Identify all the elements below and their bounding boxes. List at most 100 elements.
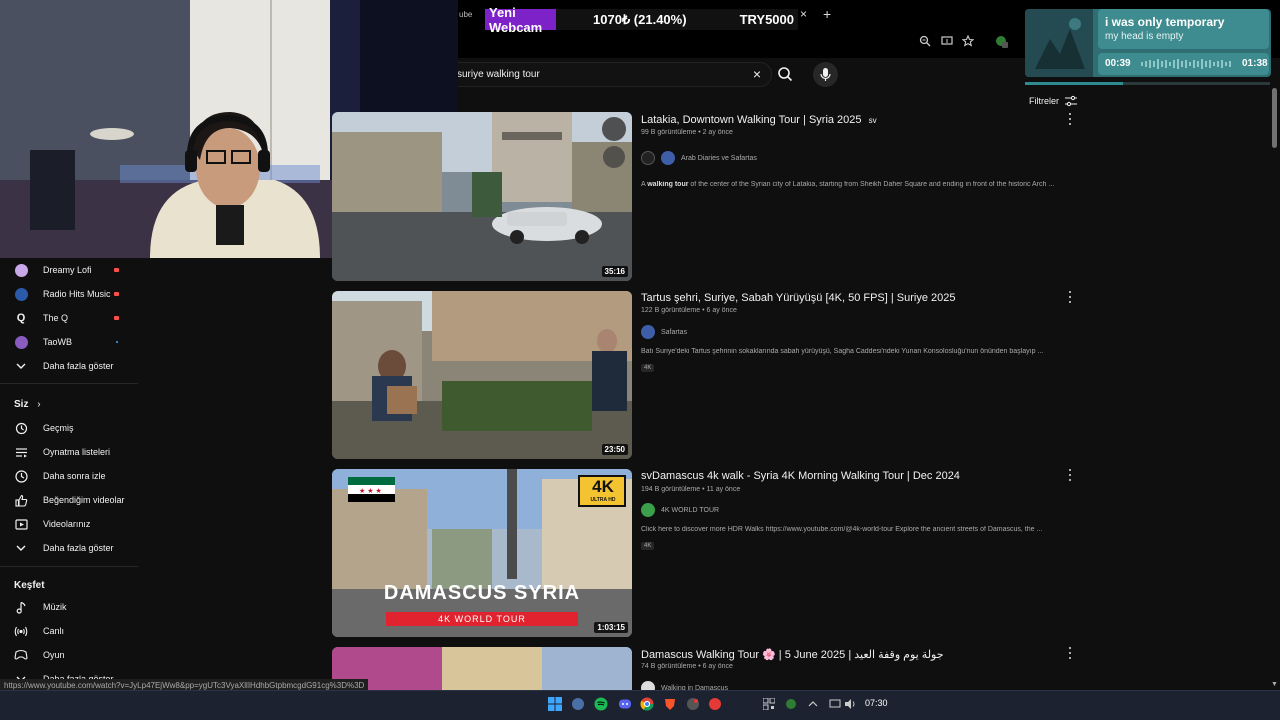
video-channel[interactable]: Arab Diaries ve Safartas — [641, 151, 757, 165]
more-actions-icon[interactable] — [1066, 647, 1074, 659]
app-icon[interactable] — [686, 697, 700, 711]
qr-tray-icon[interactable] — [762, 697, 777, 711]
clear-search-icon[interactable]: × — [748, 65, 766, 83]
avatar — [641, 325, 655, 339]
taskbar-clock[interactable]: 07:30 — [865, 698, 888, 708]
volume-icon[interactable] — [844, 697, 858, 711]
scroll-down-icon[interactable]: ▼ — [1271, 681, 1278, 688]
video-channel[interactable]: 4K WORLD TOUR — [641, 503, 719, 517]
sidebar-show-more-subscriptions[interactable]: Daha fazla göster — [14, 358, 114, 374]
video-metadata: 99 B görüntüleme • 2 ay önce — [641, 129, 733, 136]
more-actions-icon[interactable] — [1066, 113, 1074, 125]
filters-label: Filtreler — [1029, 96, 1060, 106]
thumbs-up-icon — [14, 494, 27, 507]
live-indicator-icon — [114, 292, 119, 296]
gaming-icon — [14, 649, 28, 660]
video-thumbnail[interactable]: 23:50 — [332, 291, 632, 459]
sidebar-item-history[interactable]: Geçmiş — [14, 420, 74, 436]
bookmark-star-icon[interactable] — [961, 34, 975, 49]
new-tab-icon[interactable]: + — [823, 6, 831, 22]
sidebar-item-playlists[interactable]: Oynatma listeleri — [14, 444, 110, 460]
app-icon[interactable] — [571, 697, 585, 711]
sidebar-item-dreamy-lofi[interactable]: Dreamy Lofi — [14, 262, 92, 278]
avatar — [14, 335, 28, 349]
svg-text:★ ★ ★: ★ ★ ★ — [359, 487, 382, 495]
sidebar-item-label: Radio Hits Music — [43, 289, 111, 299]
song-elapsed-time: 00:39 — [1105, 58, 1131, 69]
zoom-icon[interactable] — [918, 35, 932, 49]
chevron-down-icon — [16, 363, 26, 369]
donation-goal-amount: 1070₺ (21.40%) — [593, 11, 687, 27]
sidebar-item-liked-videos[interactable]: Beğendiğim videolar — [14, 492, 125, 508]
sidebar-show-more-you[interactable]: Daha fazla göster — [14, 540, 114, 556]
sidebar-item-your-videos[interactable]: Videolarınız — [14, 516, 90, 532]
song-title: i was only temporary — [1105, 15, 1225, 29]
video-title-suffix: sv — [868, 116, 877, 125]
discord-icon[interactable] — [618, 697, 632, 711]
video-thumbnail[interactable]: ★ ★ ★ 4K ULTRA HD DAMASCUS SYRIA 4K WORL… — [332, 469, 632, 637]
video-duration: 1:03:15 — [594, 622, 628, 633]
video-thumbnail[interactable] — [332, 647, 632, 690]
browser-tab-title[interactable]: ube — [459, 10, 472, 19]
microphone-icon — [820, 68, 831, 81]
channel-name: 4K WORLD TOUR — [661, 506, 720, 514]
brave-icon[interactable] — [663, 697, 677, 711]
page-scrollbar[interactable] — [1272, 88, 1277, 148]
video-channel[interactable]: Safartas — [641, 325, 687, 339]
song-artist: my head is empty — [1105, 31, 1184, 42]
sidebar-item-label: TaoWB — [43, 337, 73, 347]
sidebar-section-you[interactable]: Siz › — [14, 399, 41, 410]
tab-close-icon[interactable]: × — [800, 7, 807, 21]
voice-search-button[interactable] — [813, 62, 838, 87]
extension-icon[interactable] — [995, 35, 1009, 49]
video-duration: 23:50 — [601, 444, 628, 455]
sidebar-item-gaming[interactable]: Oyun — [14, 647, 65, 663]
avatar — [641, 503, 655, 517]
search-input[interactable] — [457, 66, 737, 82]
more-actions-icon[interactable] — [1066, 291, 1074, 303]
sidebar-item-watch-later[interactable]: Daha sonra izle — [14, 468, 106, 484]
video-duration: 35:16 — [601, 266, 628, 277]
video-title-text: Latakia, Downtown Walking Tour | Syria 2… — [641, 114, 862, 126]
sidebar-section-title: Siz — [14, 399, 29, 410]
avatar — [14, 287, 28, 301]
app-icon[interactable] — [708, 697, 722, 711]
sidebar-item-radio-hits-music[interactable]: Radio Hits Music — [14, 286, 111, 302]
song-total-time: 01:38 — [1242, 58, 1268, 69]
video-description: Click here to discover more HDR Walks ht… — [641, 526, 1043, 533]
album-art — [1025, 9, 1093, 77]
screen: ube Yeni Webcam 1070₺ (21.40%) TRY5000 ×… — [0, 0, 1280, 720]
donation-goal-overlay: Yeni Webcam 1070₺ (21.40%) TRY5000 — [485, 5, 798, 35]
sidebar-item-label: Dreamy Lofi — [43, 265, 92, 275]
video-title[interactable]: Damascus Walking Tour 🌸 | 5 June 2025 | … — [641, 648, 944, 661]
sidebar-item-label: Müzik — [43, 602, 67, 612]
sidebar-item-label: Daha fazla göster — [43, 543, 114, 553]
donation-goal-name: Yeni Webcam — [485, 5, 556, 35]
sidebar-item-the-q[interactable]: Q The Q — [14, 310, 68, 326]
spotify-icon[interactable] — [594, 697, 608, 711]
sidebar-item-music[interactable]: Müzik — [14, 599, 67, 615]
filter-icon — [1065, 95, 1078, 107]
avatar — [14, 263, 28, 277]
display-icon[interactable] — [829, 697, 843, 711]
thumbnail-channel-banner: 4K WORLD TOUR — [386, 612, 578, 626]
more-actions-icon[interactable] — [1066, 469, 1074, 481]
quality-badge: 4K — [641, 542, 655, 550]
video-title[interactable]: svDamascus 4k walk - Syria 4K Morning Wa… — [641, 470, 960, 482]
sidebar-item-taowb[interactable]: TaoWB — [14, 334, 72, 350]
video-thumbnail[interactable]: 35:16 — [332, 112, 632, 281]
tray-app-icon[interactable] — [785, 697, 799, 711]
video-icon — [14, 518, 28, 530]
video-title[interactable]: Tartus şehri, Suriye, Sabah Yürüyüşü [4K… — [641, 292, 956, 304]
video-title[interactable]: Latakia, Downtown Walking Tour | Syria 2… — [641, 114, 877, 126]
sidebar-section-explore: Keşfet — [14, 580, 45, 591]
filters-button[interactable]: Filtreler — [1029, 95, 1078, 107]
install-app-icon[interactable] — [940, 35, 954, 49]
search-button[interactable] — [772, 62, 799, 87]
chevron-up-icon[interactable] — [807, 697, 821, 711]
donation-goal-target: TRY5000 — [739, 12, 794, 27]
chrome-icon[interactable] — [640, 697, 654, 711]
sidebar-item-live[interactable]: Canlı — [14, 623, 64, 639]
thumbnail-title-text: DAMASCUS SYRIA — [383, 582, 581, 604]
windows-start-icon[interactable] — [548, 697, 562, 711]
